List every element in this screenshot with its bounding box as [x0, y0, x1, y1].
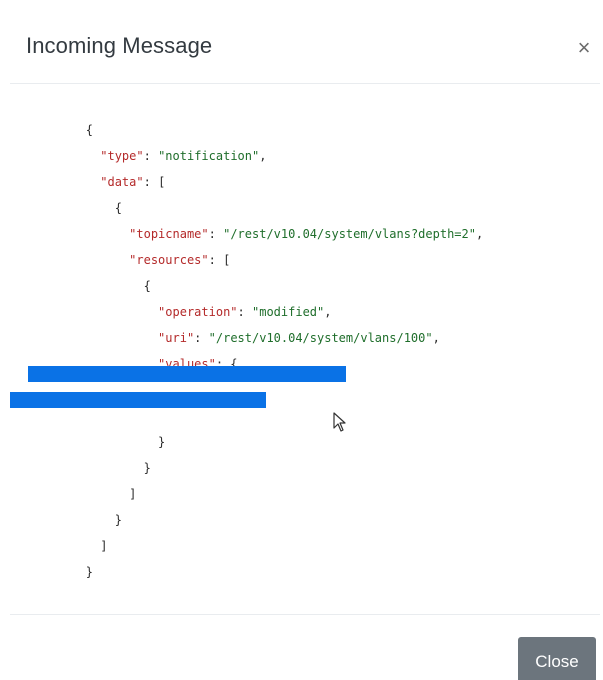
json-line: "resources": [ — [28, 236, 230, 267]
close-icon[interactable]: × — [576, 37, 592, 59]
mouse-pointer-icon — [333, 412, 346, 432]
json-line-selected: "description": "hello2", — [28, 366, 346, 397]
dialog-header: Incoming Message × — [10, 8, 600, 84]
dialog-footer: Close — [10, 614, 600, 680]
json-line: { — [85, 201, 122, 215]
close-button[interactable]: Close — [518, 637, 596, 680]
json-line: { — [85, 279, 151, 293]
json-line: } — [85, 435, 166, 449]
dialog-title: Incoming Message — [26, 33, 213, 58]
json-line: "operation": "modified", — [28, 288, 331, 319]
json-line: } — [85, 565, 94, 579]
json-line: "uri": "/rest/v10.04/system/vlans/100", — [28, 314, 440, 345]
json-line-selected: "voice": true — [10, 392, 267, 423]
json-line: } — [85, 461, 151, 475]
dialog-body: { "type": "notification", "data": [ { "t… — [10, 84, 600, 614]
json-line: ] — [85, 487, 137, 501]
json-line: ] — [85, 539, 108, 553]
json-line: "data": [ — [28, 158, 165, 189]
json-line: { — [85, 123, 94, 137]
incoming-message-dialog: Incoming Message × { "type": "notificati… — [0, 0, 603, 680]
json-line: "topicname": "/rest/v10.04/system/vlans?… — [28, 210, 483, 241]
json-line: "values": { — [28, 340, 237, 371]
json-line: } — [85, 513, 122, 527]
json-line: "type": "notification", — [28, 132, 266, 163]
